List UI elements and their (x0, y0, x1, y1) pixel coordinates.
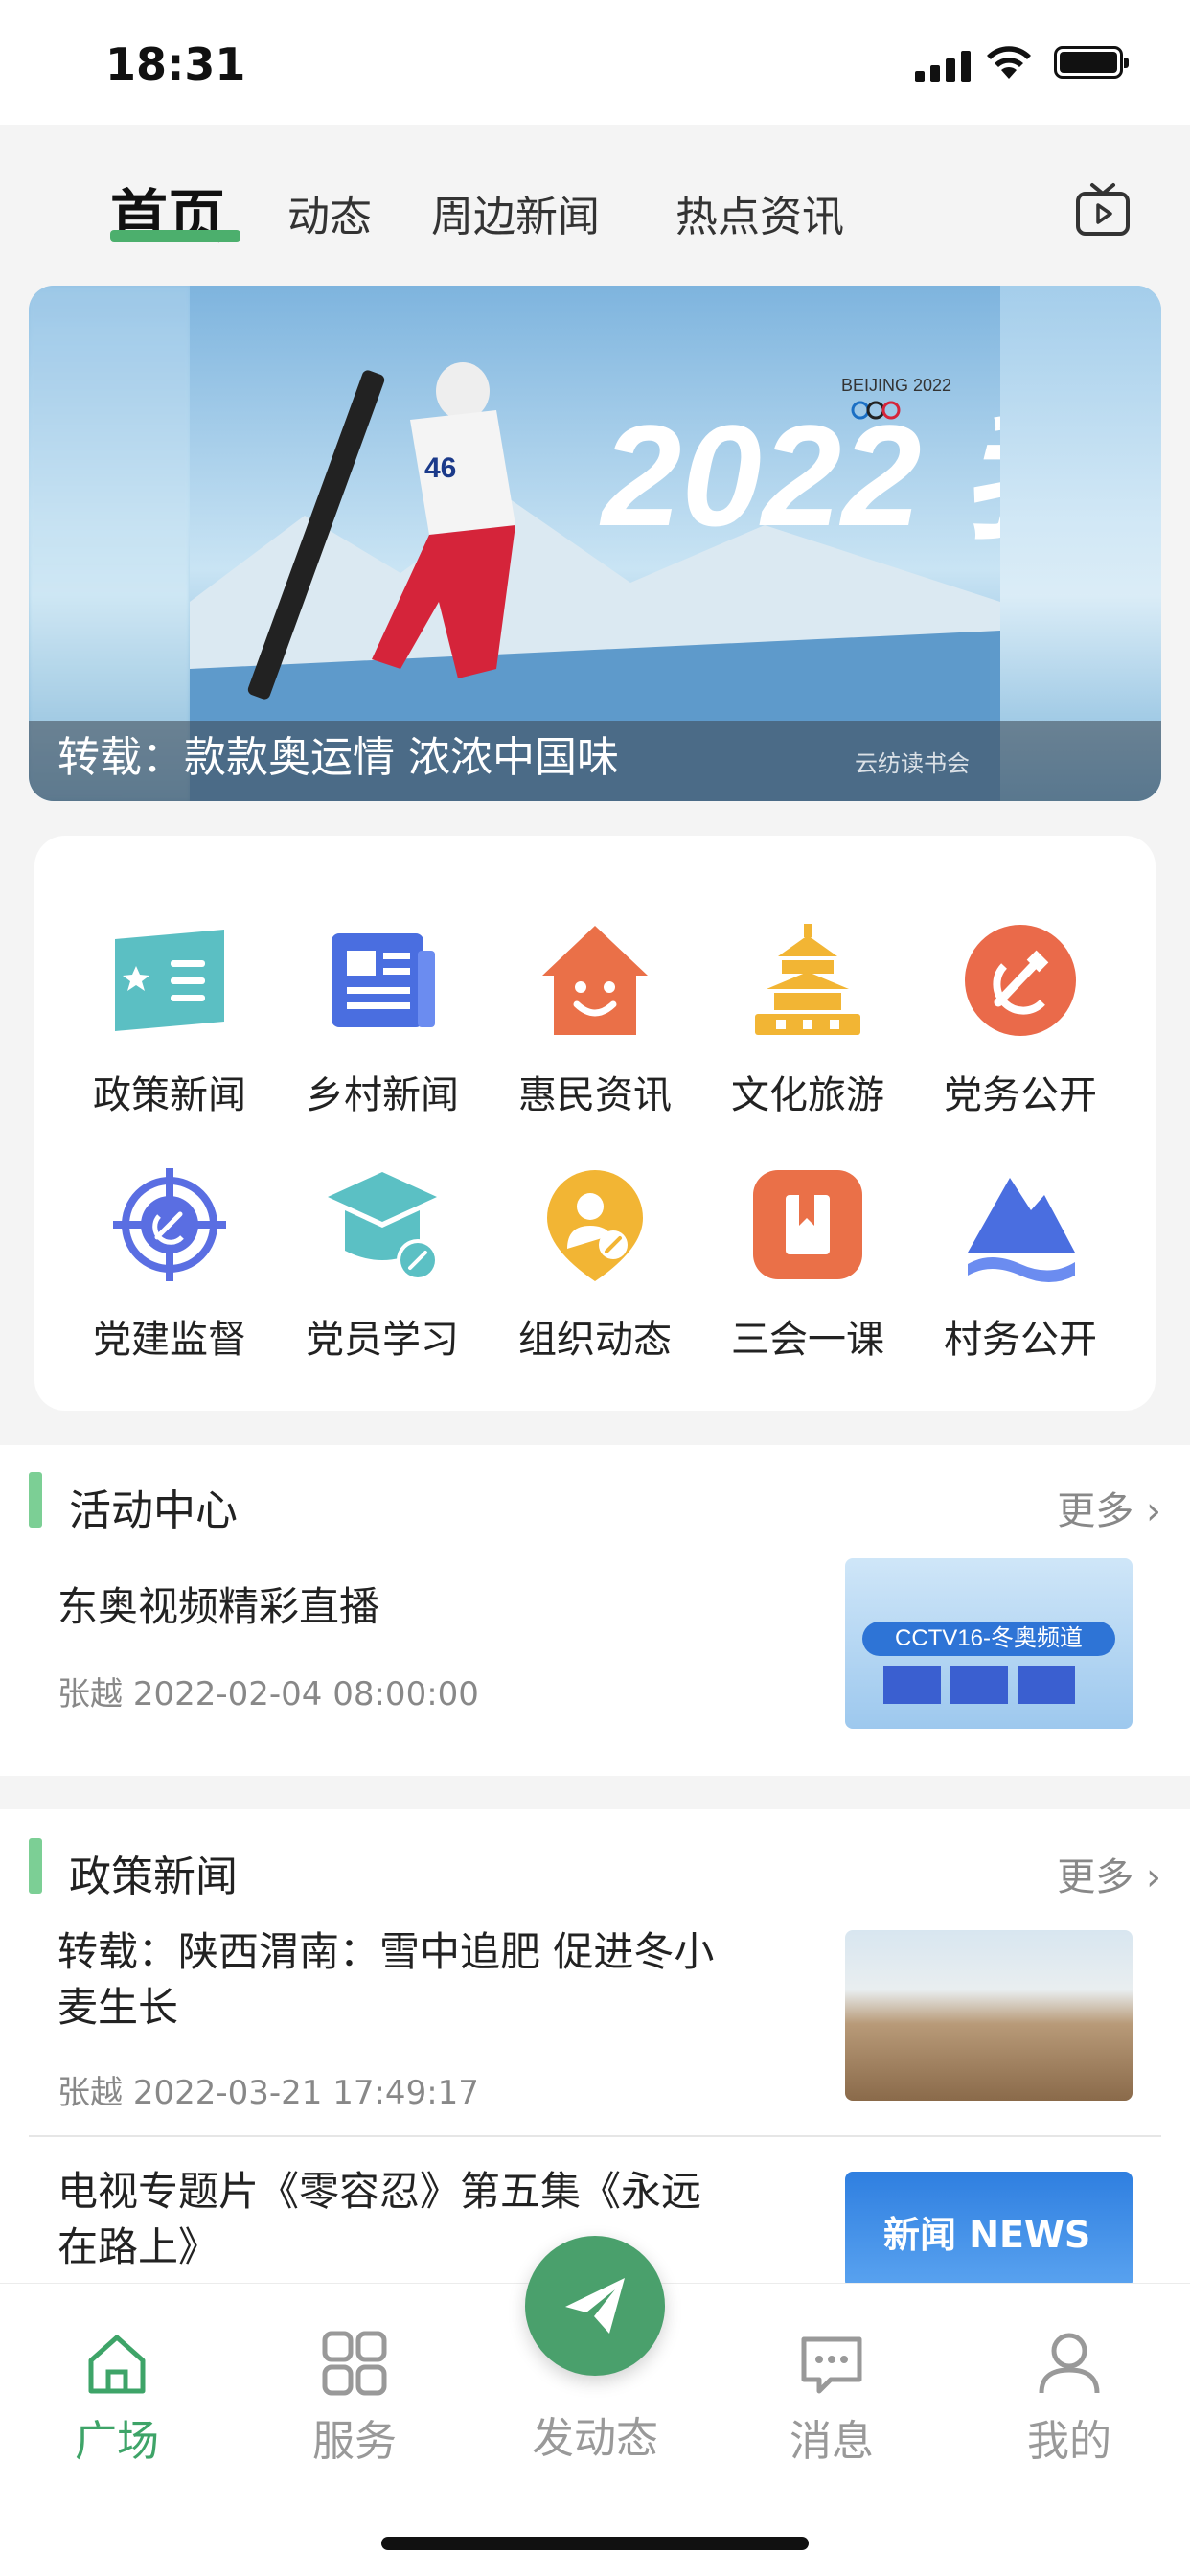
cellular-signal-icon (915, 50, 973, 82)
grid-label: 党务公开 (944, 1073, 1097, 1117)
section-accent-bar (29, 1838, 42, 1894)
more-link[interactable]: 更多 › (1057, 1480, 1161, 1535)
news-title: 在路上》 (57, 2223, 219, 2270)
home-indicator (381, 2537, 809, 2550)
nav-messages[interactable]: 消息 (736, 2330, 927, 2473)
benefit-info-icon (542, 926, 648, 1035)
tv-play-icon[interactable] (1075, 182, 1131, 238)
party-affairs-icon (965, 925, 1076, 1036)
banner-caption: 转载：款款奥运情 浓浓中国味 (57, 733, 619, 782)
nav-services[interactable]: 服务 (259, 2330, 450, 2473)
banner-carousel[interactable]: 46 2022 我们来了! BEIJING 2022 转载：款款奥运情 浓浓中国… (29, 286, 1161, 801)
member-study-icon (328, 1172, 439, 1281)
svg-text:46: 46 (424, 452, 456, 484)
grid-item-party-supervision[interactable]: 党建监督 (63, 1166, 276, 1377)
culture-travel-icon (755, 924, 860, 1035)
news-thumbnail (845, 1930, 1133, 2101)
grid-label: 乡村新闻 (306, 1073, 459, 1117)
activity-section: 活动中心 更多 › 东奥视频精彩直播 张越 2022-02-04 08:00:0… (0, 1445, 1190, 1776)
meeting-lesson-icon (753, 1170, 862, 1279)
grid-label: 惠民资讯 (518, 1073, 672, 1117)
tab-hot-news[interactable]: 热点资讯 (675, 182, 844, 243)
news-thumbnail[interactable]: CCTV16-冬奥频道 (845, 1558, 1133, 1729)
battery-icon (1054, 46, 1129, 79)
grid-item-organization[interactable]: 组织动态 (489, 1166, 701, 1377)
nav-me[interactable]: 我的 (973, 2330, 1165, 2473)
party-supervision-icon (113, 1168, 226, 1281)
post-button-label: 发动态 (532, 2414, 658, 2463)
news-title: 麦生长 (57, 1984, 179, 2031)
news-thumbnail: 新闻 NEWS (845, 2172, 1133, 2288)
policy-news-section: 政策新闻 更多 › 转载：陕西渭南：雪中追肥 促进冬小 麦生长 张越 2022-… (0, 1809, 1190, 2288)
grid-label: 组织动态 (518, 1318, 672, 1362)
status-time: 18:31 (105, 38, 246, 90)
tab-dynamics[interactable]: 动态 (287, 182, 372, 243)
grid-item-meeting-lesson[interactable]: 三会一课 (701, 1166, 914, 1377)
organization-icon (547, 1170, 643, 1281)
more-link[interactable]: 更多 › (1057, 1846, 1161, 1901)
village-affairs-icon (968, 1178, 1075, 1282)
news-title[interactable]: 东奥视频精彩直播 (57, 1579, 379, 1635)
post-button[interactable] (525, 2236, 665, 2376)
news-title: 转载：陕西渭南：雪中追肥 促进冬小 (57, 1928, 715, 1975)
banner-watermark: 云纺读书会 (855, 750, 970, 777)
grid-label: 党建监督 (93, 1318, 246, 1362)
svg-text:BEIJING 2022: BEIJING 2022 (841, 376, 951, 395)
grid-item-benefit-info[interactable]: 惠民资讯 (489, 922, 701, 1133)
grid-label: 三会一课 (731, 1318, 884, 1362)
banner-2022-text: 2022 我们来了! (599, 395, 1000, 556)
top-tabs: 首页 动态 周边新闻 热点资讯 (0, 125, 1190, 278)
status-bar: 18:31 (0, 0, 1190, 125)
feature-grid: 政策新闻 乡村新闻 惠民资讯 文化旅游 党务公开 党建监督 党员学习 组织动态 … (34, 836, 1156, 1411)
nav-label: 我的 (1027, 2417, 1111, 2466)
grid-item-policy-news[interactable]: 政策新闻 (63, 922, 276, 1133)
chevron-right-icon: › (1133, 1489, 1161, 1533)
active-tab-indicator (110, 230, 240, 242)
village-news-icon (332, 933, 435, 1027)
news-meta: 张越 2022-02-04 08:00:00 (57, 1675, 479, 1714)
news-title: 电视专题片《零容忍》第五集《永远 (57, 2168, 702, 2215)
grid-item-member-study[interactable]: 党员学习 (276, 1166, 489, 1377)
grid-item-village-affairs[interactable]: 村务公开 (914, 1166, 1127, 1377)
grid-label: 政策新闻 (93, 1073, 246, 1117)
nav-plaza[interactable]: 广场 (21, 2330, 213, 2473)
grid-item-party-affairs[interactable]: 党务公开 (914, 922, 1127, 1133)
nav-label: 服务 (312, 2417, 397, 2466)
wifi-icon (987, 46, 1031, 79)
grid-icon (322, 2331, 387, 2396)
section-accent-bar (29, 1472, 42, 1528)
chevron-right-icon: › (1133, 1855, 1161, 1899)
section-title: 活动中心 (69, 1486, 238, 1535)
news-meta: 张越 2022-03-21 17:49:17 (57, 2074, 479, 2112)
grid-label: 村务公开 (944, 1318, 1097, 1362)
home-icon (88, 2334, 146, 2394)
nav-label: 消息 (790, 2417, 874, 2466)
send-icon (565, 2278, 625, 2334)
grid-label: 文化旅游 (731, 1073, 884, 1117)
user-icon (1039, 2333, 1100, 2394)
grid-item-village-news[interactable]: 乡村新闻 (276, 922, 489, 1133)
grid-item-culture-travel[interactable]: 文化旅游 (701, 922, 914, 1133)
tab-nearby-news[interactable]: 周边新闻 (431, 182, 600, 243)
section-title: 政策新闻 (69, 1852, 238, 1901)
divider (29, 2135, 1161, 2137)
grid-label: 党员学习 (306, 1318, 459, 1362)
nav-label: 广场 (75, 2417, 159, 2466)
policy-news-icon (115, 930, 224, 1031)
chat-icon (801, 2336, 862, 2394)
